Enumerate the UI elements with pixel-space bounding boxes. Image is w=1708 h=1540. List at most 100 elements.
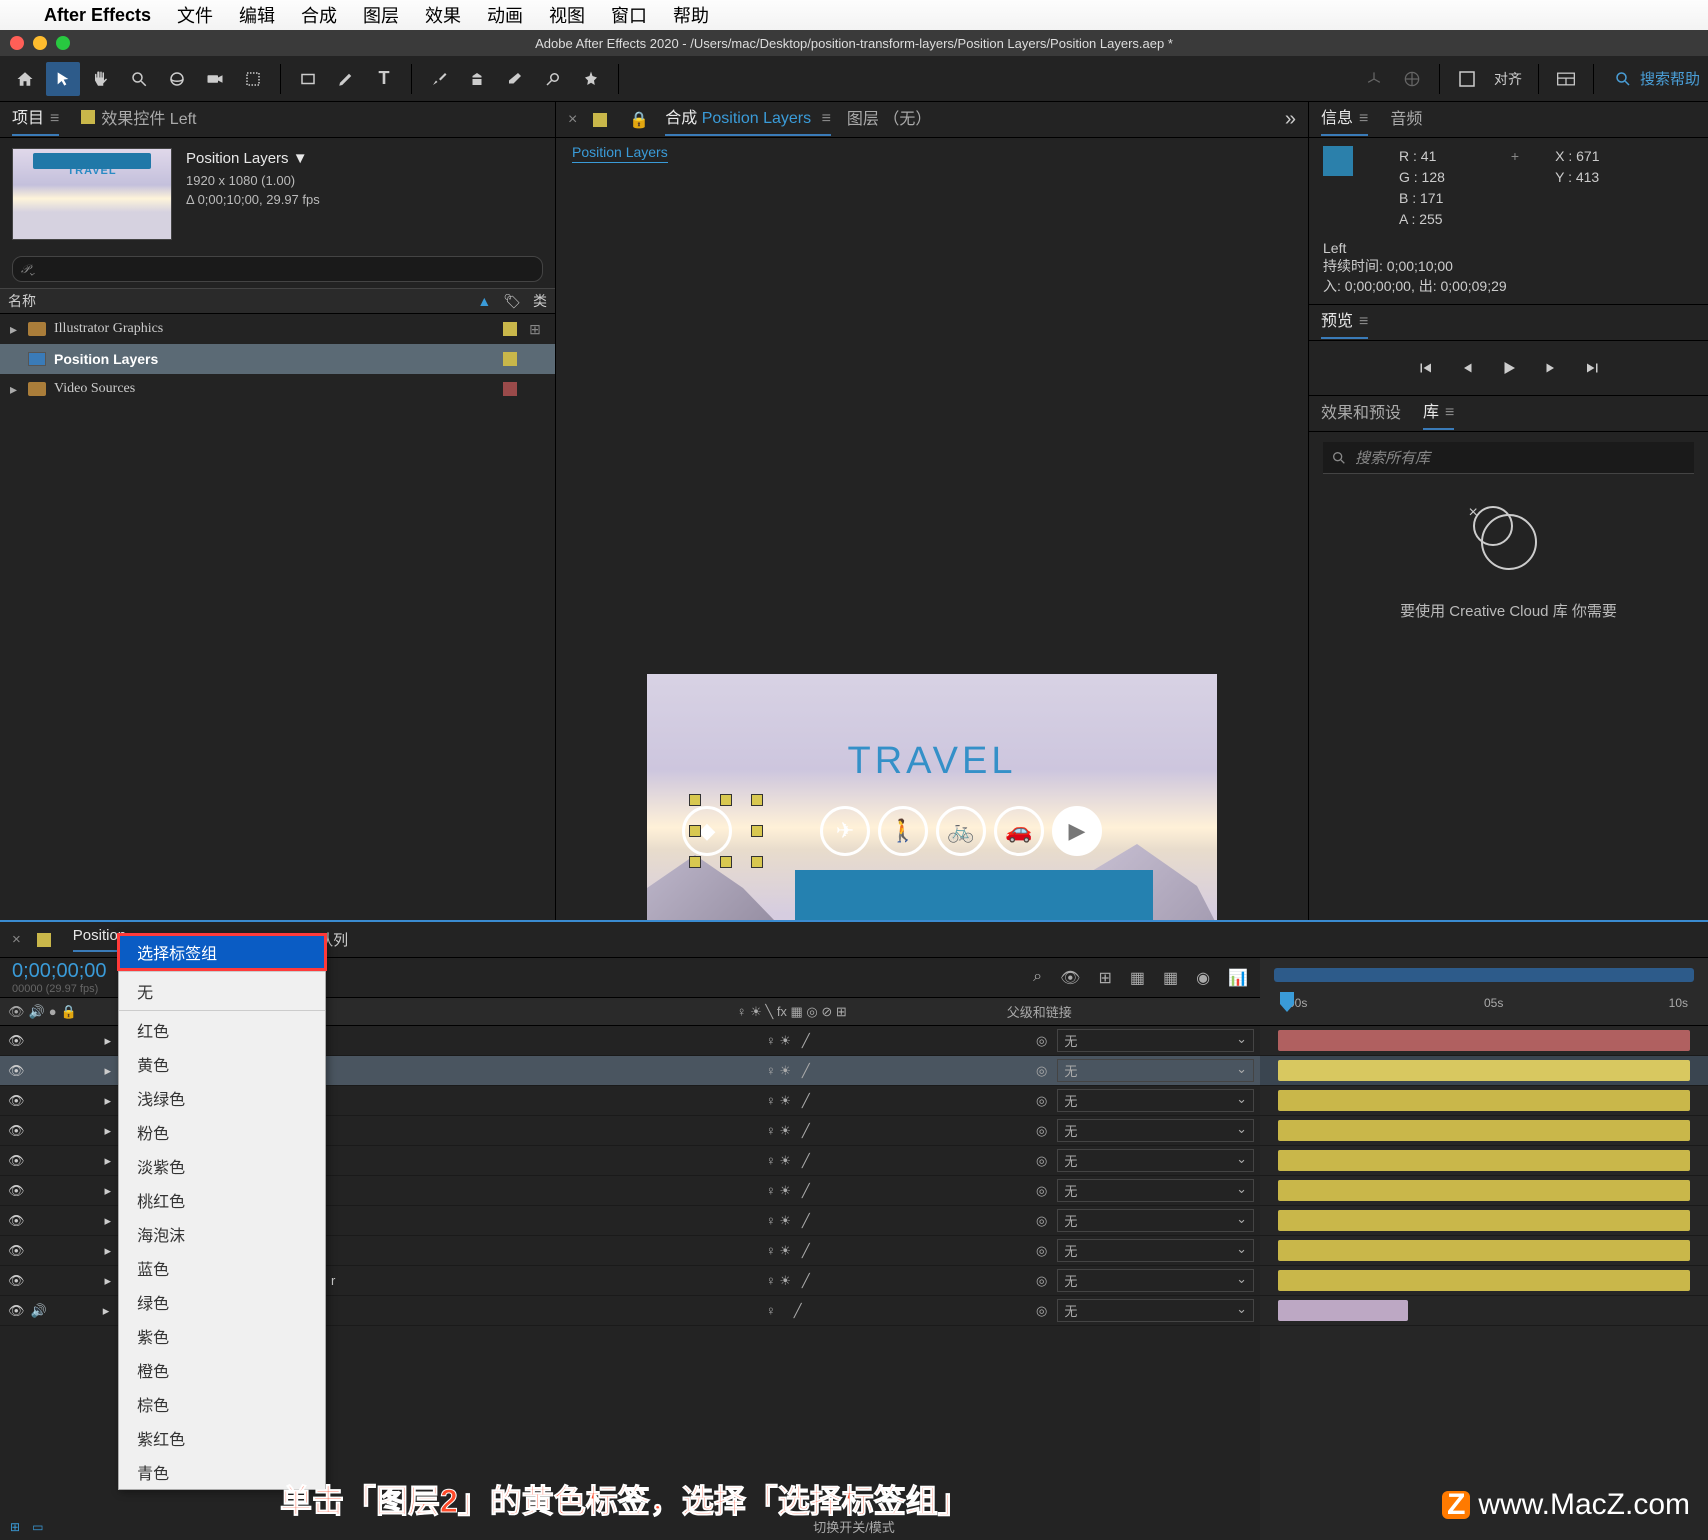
camera-tool-icon[interactable]: [198, 62, 232, 96]
close-tab-icon[interactable]: ×: [568, 111, 577, 129]
eye-col-icon[interactable]: 👁: [8, 1004, 25, 1020]
last-frame-icon[interactable]: [1584, 359, 1602, 377]
pen-tool-icon[interactable]: [329, 62, 363, 96]
chevron-right-icon[interactable]: ▸: [10, 321, 20, 338]
tracks[interactable]: [1260, 1026, 1708, 1540]
layer-row[interactable]: 👁▸: [0, 1146, 760, 1176]
menu-composition[interactable]: 合成: [301, 2, 337, 28]
menu-window[interactable]: 窗口: [611, 2, 647, 28]
work-area[interactable]: [1274, 968, 1694, 982]
tab-preview[interactable]: 预览≡: [1321, 307, 1368, 339]
project-search-input[interactable]: 𝒫⌄: [12, 256, 543, 282]
ctx-none[interactable]: 无: [119, 974, 325, 1008]
ctx-seafoam[interactable]: 海泡沫: [119, 1217, 325, 1251]
comp-mini-icon[interactable]: ▭: [32, 1520, 43, 1534]
close-icon[interactable]: [10, 36, 24, 50]
tab-audio[interactable]: 音频: [1390, 105, 1422, 135]
project-item[interactable]: ▸ Video Sources: [0, 374, 555, 404]
menu-help[interactable]: 帮助: [673, 2, 709, 28]
next-frame-icon[interactable]: [1542, 359, 1560, 377]
frame-blend-icon[interactable]: ▦: [1163, 968, 1178, 988]
expand-icon[interactable]: ⊞: [10, 1520, 20, 1534]
tab-effects-presets[interactable]: 效果和预设: [1321, 399, 1401, 429]
parent-row[interactable]: ◎无⌄: [1030, 1116, 1260, 1146]
tag-icon[interactable]: 🏷: [503, 293, 521, 310]
ctx-orange[interactable]: 橙色: [119, 1353, 325, 1387]
tab-effect-controls[interactable]: 效果控件 Left: [81, 105, 196, 135]
layer-row[interactable]: 👁🔊▸Stock_105353490.mov]: [0, 1296, 760, 1326]
ctx-select-label-group[interactable]: 选择标签组: [119, 935, 325, 969]
layer-row[interactable]: 👁▸: [0, 1086, 760, 1116]
app-name[interactable]: After Effects: [44, 5, 151, 26]
switch-row[interactable]: ♀ ☀ ╱: [760, 1266, 1030, 1296]
home-icon[interactable]: [8, 62, 42, 96]
workspace-icon[interactable]: [1549, 62, 1583, 96]
maximize-icon[interactable]: [56, 36, 70, 50]
snap-checkbox[interactable]: [1450, 62, 1484, 96]
tab-project[interactable]: 项目≡: [12, 104, 59, 136]
layer-row[interactable]: 👁▸: [0, 1236, 760, 1266]
ctx-lavender[interactable]: 淡紫色: [119, 1149, 325, 1183]
parent-row[interactable]: ◎无⌄: [1030, 1296, 1260, 1326]
lock-icon[interactable]: 🔒: [629, 110, 649, 130]
layer-row[interactable]: 👁▸r: [0, 1266, 760, 1296]
switch-row[interactable]: ♀ ☀ ╱: [760, 1086, 1030, 1116]
label-color[interactable]: [503, 322, 517, 336]
label-color[interactable]: [503, 352, 517, 366]
switch-row[interactable]: ♀ ☀ ╱: [760, 1056, 1030, 1086]
comp-flowchart-icon[interactable]: ⊞: [1098, 968, 1111, 988]
clone-stamp-icon[interactable]: [460, 62, 494, 96]
library-search-input[interactable]: 搜索所有库: [1323, 442, 1694, 474]
3d-gizmo-icon[interactable]: [1395, 62, 1429, 96]
project-item[interactable]: Position Layers: [0, 344, 555, 374]
menu-view[interactable]: 视图: [549, 2, 585, 28]
minimize-icon[interactable]: [33, 36, 47, 50]
label-color[interactable]: [503, 382, 517, 396]
switch-row[interactable]: ♀ ╱: [760, 1296, 1030, 1326]
pan-behind-tool-icon[interactable]: [236, 62, 270, 96]
parent-row[interactable]: ◎无⌄: [1030, 1086, 1260, 1116]
text-tool-icon[interactable]: T: [367, 62, 401, 96]
ctx-blue[interactable]: 蓝色: [119, 1251, 325, 1285]
layer-row[interactable]: 👁▸: [0, 1206, 760, 1236]
play-icon[interactable]: [1500, 359, 1518, 377]
graph-editor-icon[interactable]: 📊: [1228, 968, 1248, 988]
chevron-right-icon[interactable]: ▸: [10, 381, 20, 398]
switch-row[interactable]: ♀ ☀ ╱: [760, 1206, 1030, 1236]
parent-row[interactable]: ◎无⌄: [1030, 1236, 1260, 1266]
ctx-yellow[interactable]: 黄色: [119, 1047, 325, 1081]
col-name[interactable]: 名称: [8, 291, 477, 311]
parent-row[interactable]: ◎无⌄: [1030, 1266, 1260, 1296]
search-help[interactable]: 搜索帮助: [1614, 68, 1700, 89]
layer-row[interactable]: 👁▸: [0, 1176, 760, 1206]
prev-frame-icon[interactable]: [1458, 359, 1476, 377]
layer-row[interactable]: 👁▸: [0, 1056, 760, 1086]
ctx-purple[interactable]: 紫色: [119, 1319, 325, 1353]
hand-tool-icon[interactable]: [84, 62, 118, 96]
orbit-tool-icon[interactable]: [160, 62, 194, 96]
tab-layer[interactable]: 图层 （无）: [847, 105, 931, 135]
ctx-brown[interactable]: 棕色: [119, 1387, 325, 1421]
current-time[interactable]: 0;00;00;00: [12, 960, 107, 983]
overflow-icon[interactable]: »: [1285, 108, 1296, 131]
ctx-lightgreen[interactable]: 浅绿色: [119, 1081, 325, 1115]
menu-animation[interactable]: 动画: [487, 2, 523, 28]
parent-row[interactable]: ◎无⌄: [1030, 1056, 1260, 1086]
align-label[interactable]: 对齐: [1488, 69, 1528, 89]
selection-tool-icon[interactable]: [46, 62, 80, 96]
ctx-red[interactable]: 红色: [119, 1013, 325, 1047]
motion-blur-icon[interactable]: ◉: [1196, 968, 1210, 988]
selection-handles[interactable]: [695, 800, 757, 862]
switch-row[interactable]: ♀ ☀ ╱: [760, 1026, 1030, 1056]
menu-edit[interactable]: 编辑: [239, 2, 275, 28]
ctx-pink[interactable]: 粉色: [119, 1115, 325, 1149]
roto-brush-icon[interactable]: [536, 62, 570, 96]
comp-name[interactable]: Position Layers ▼: [186, 148, 320, 171]
switch-row[interactable]: ♀ ☀ ╱: [760, 1236, 1030, 1266]
lock-col-icon[interactable]: 🔒: [61, 1004, 77, 1020]
crumb-link[interactable]: Position Layers: [572, 144, 668, 163]
draft3d-icon[interactable]: ▦: [1130, 968, 1145, 988]
switch-row[interactable]: ♀ ☀ ╱: [760, 1176, 1030, 1206]
col-type[interactable]: 类: [533, 291, 547, 311]
rectangle-tool-icon[interactable]: [291, 62, 325, 96]
